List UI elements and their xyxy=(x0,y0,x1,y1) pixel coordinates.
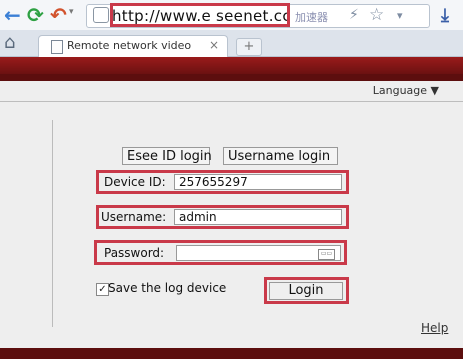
password-label: Password: xyxy=(104,246,165,260)
undo-icon[interactable]: ↶ xyxy=(50,4,67,26)
url-highlight-box xyxy=(110,3,290,27)
footer-bar xyxy=(0,348,463,359)
login-button[interactable]: Login xyxy=(269,282,343,300)
password-input[interactable]: ▭▭ xyxy=(176,245,341,261)
help-link[interactable]: Help xyxy=(421,321,448,335)
tab-strip: ⌂ Remote network video × + xyxy=(0,30,463,57)
divider-line xyxy=(52,120,53,327)
page-icon xyxy=(51,40,63,54)
username-login-button[interactable]: Username login xyxy=(223,147,338,165)
url-dropdown-icon[interactable]: ▾ xyxy=(397,9,403,22)
accelerator-label[interactable]: 加速器 xyxy=(295,9,328,25)
tab-title: Remote network video xyxy=(67,39,192,52)
device-id-label: Device ID: xyxy=(104,175,166,189)
refresh-icon[interactable]: ⟳ xyxy=(27,4,44,26)
language-selector[interactable]: Language ▼ xyxy=(373,84,439,97)
save-device-label: Save the log device xyxy=(108,281,227,295)
undo-dropdown-icon[interactable]: ▾ xyxy=(69,7,74,17)
new-tab-button[interactable]: + xyxy=(236,38,262,56)
browser-tab[interactable]: Remote network video × xyxy=(38,35,228,57)
back-arrow-icon[interactable]: ← xyxy=(4,4,21,26)
username-input[interactable]: admin xyxy=(174,209,342,225)
lightning-icon[interactable]: ⚡ xyxy=(349,7,359,23)
browser-toolbar: ← ⟳ ↶ ▾ http://www.e seenet.cc 加速器 ⚡ ☆ ▾… xyxy=(0,0,463,30)
username-label: Username: xyxy=(101,210,167,224)
favorite-star-icon[interactable]: ☆ xyxy=(369,5,384,25)
header-strip xyxy=(0,74,463,81)
download-icon[interactable]: ⤓ xyxy=(441,5,449,26)
header-banner xyxy=(0,57,463,74)
device-id-input[interactable]: 257655297 xyxy=(174,174,342,190)
esee-id-login-button[interactable]: Esee ID login xyxy=(122,147,212,165)
home-icon[interactable]: ⌂ xyxy=(4,32,15,53)
keyboard-icon[interactable]: ▭▭ xyxy=(318,249,335,260)
language-bar: Language ▼ xyxy=(0,81,463,102)
address-bar[interactable]: http://www.e seenet.cc 加速器 ⚡ ☆ ▾ xyxy=(86,3,430,28)
security-shield-icon xyxy=(93,7,109,23)
tab-close-icon[interactable]: × xyxy=(209,38,219,52)
